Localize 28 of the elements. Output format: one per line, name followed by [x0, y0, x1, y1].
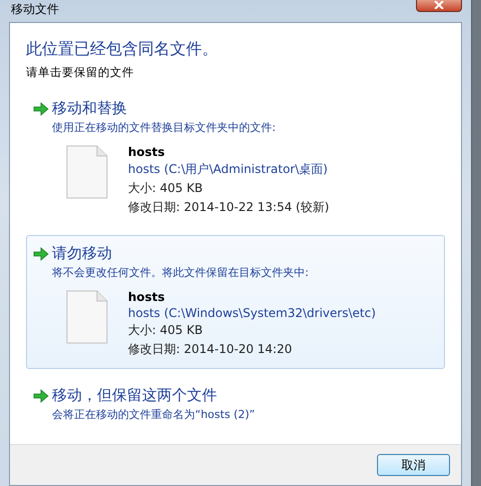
arrow-icon: [33, 246, 49, 260]
option-description: 会将正在移动的文件重命名为“hosts (2)”: [52, 407, 256, 422]
cancel-button[interactable]: 取消: [377, 454, 450, 476]
arrow-icon: [33, 388, 49, 402]
file-name: hosts: [128, 290, 166, 304]
choice-option[interactable]: 移动，但保留这两个文件 会将正在移动的文件重命名为“hosts (2)”: [26, 377, 445, 433]
file-modified: 修改日期: 2014-10-22 13:54 (较新): [128, 199, 330, 216]
option-title: 请勿移动: [52, 244, 112, 263]
close-button[interactable]: [416, 0, 462, 12]
window-title: 移动文件: [10, 1, 59, 18]
file-icon: [66, 145, 108, 199]
file-icon: [66, 290, 108, 344]
option-title: 移动，但保留这两个文件: [52, 386, 217, 405]
file-modified: 修改日期: 2014-10-20 14:20: [128, 341, 293, 358]
file-size: 大小: 405 KB: [128, 180, 204, 197]
option-title: 移动和替换: [52, 99, 127, 118]
choice-option[interactable]: 移动和替换 使用正在移动的文件替换目标文件夹中的文件: hosts hosts (C:\用户\Administrator\桌面) 大小: 405 KB 修改日期: 2014-10-22 13:54 (较新): [26, 90, 445, 227]
file-size: 大小: 405 KB: [128, 322, 204, 339]
instruction-text: 请单击要保留的文件: [26, 65, 135, 80]
dialog-heading: 此位置已经包含同名文件。: [26, 39, 219, 60]
close-icon: [434, 1, 444, 9]
file-path: hosts (C:\用户\Administrator\桌面): [128, 161, 329, 178]
option-description: 将不会更改任何文件。将此文件保留在目标文件夹中:: [52, 265, 310, 280]
option-description: 使用正在移动的文件替换目标文件夹中的文件:: [52, 120, 277, 135]
file-path: hosts (C:\Windows\System32\drivers\etc): [128, 306, 376, 320]
file-name: hosts: [128, 145, 166, 159]
choice-option[interactable]: 请勿移动 将不会更改任何文件。将此文件保留在目标文件夹中: hosts hosts (C:\Windows\System32\drivers\etc) 大小: 405 KB 修改日期: 2014-10-20 14:20: [26, 235, 445, 369]
arrow-icon: [33, 102, 49, 116]
